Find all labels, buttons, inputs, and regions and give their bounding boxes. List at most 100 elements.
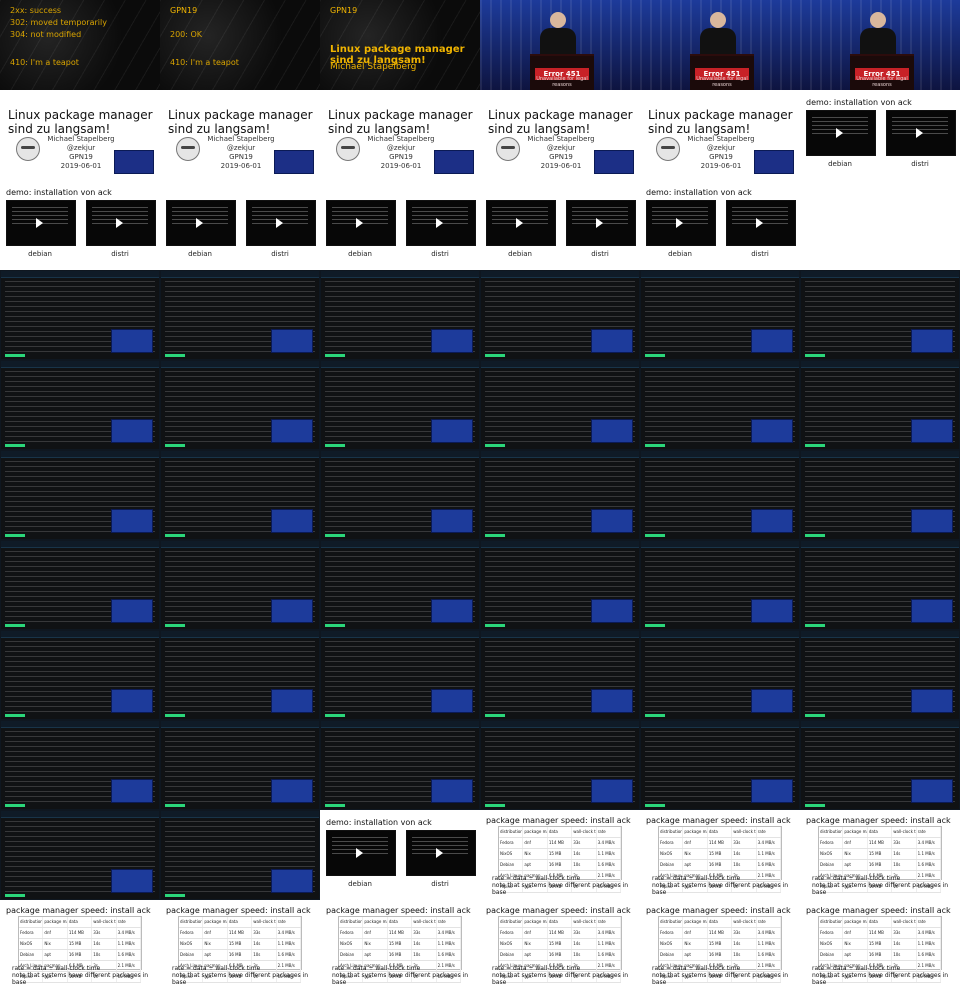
- demo-label-debian: debian: [508, 250, 532, 258]
- table-notes: rate = data ÷ wall-clock time note that …: [812, 965, 952, 986]
- terminal-frame: [0, 450, 160, 540]
- speaker-pip: [111, 779, 153, 803]
- table-cell: 10s: [892, 860, 917, 870]
- speaker-pip: [911, 329, 953, 353]
- table-note-rate: rate = data ÷ wall-clock time: [492, 875, 581, 882]
- table-cell: 114 MB: [708, 928, 733, 938]
- table-cell: NixOS: [499, 849, 524, 859]
- demo-terminal-debian[interactable]: [806, 110, 876, 156]
- table-cell: 114 MB: [868, 838, 893, 848]
- progress-bar: [645, 714, 665, 717]
- table-notes: rate = data ÷ wall-clock time note that …: [12, 965, 152, 986]
- terminal-frame: [320, 270, 480, 360]
- column-header: rate: [597, 827, 622, 837]
- table-cell: apt: [43, 950, 68, 960]
- intro-title-card: 2xx: success 302: moved temporarily 304:…: [0, 0, 160, 90]
- table-notes: rate = data ÷ wall-clock time note that …: [492, 875, 632, 896]
- event-name: GPN19: [330, 6, 358, 15]
- blank-frame: [800, 180, 960, 270]
- terminal-frame: [160, 810, 320, 900]
- progress-bar: [5, 624, 25, 627]
- demo-terminal-debian[interactable]: [486, 200, 556, 246]
- progress-bar: [165, 444, 185, 447]
- slide-author: Michael Stapelberg: [687, 135, 755, 143]
- table-notes: rate = data ÷ wall-clock time note that …: [332, 965, 472, 986]
- table-cell: dnf: [523, 928, 548, 938]
- demo-terminal-debian[interactable]: [6, 200, 76, 246]
- demo-slide: demo: installation von ack debian distri: [640, 180, 800, 270]
- table-notes: rate = data ÷ wall-clock time note that …: [812, 875, 952, 896]
- table-cell: 15 MB: [868, 939, 893, 949]
- terminal-titlebar: [801, 721, 959, 728]
- demo-label-debian: debian: [188, 250, 212, 258]
- table-cell: Debian: [659, 950, 684, 960]
- table-note-base: note that systems have different package…: [492, 882, 629, 896]
- demo-terminal-distri[interactable]: [886, 110, 956, 156]
- column-header: distribution: [179, 917, 204, 927]
- table-row: NixOS Nix 15 MB 14s 1.1 MB/s: [499, 939, 622, 950]
- stage-video-frame: Error 451 Unavailable for legal reasons: [480, 0, 640, 90]
- demo-terminal-distri[interactable]: [406, 200, 476, 246]
- table-row: Debian apt 16 MB 10s 1.6 MB/s: [659, 860, 782, 871]
- column-header: distribution: [19, 917, 44, 927]
- table-note-rate: rate = data ÷ wall-clock time: [812, 875, 901, 882]
- demo-label-distri: distri: [431, 250, 449, 258]
- demo-label-distri: distri: [911, 160, 929, 168]
- terminal-frame: [0, 270, 160, 360]
- terminal-titlebar: [161, 541, 319, 548]
- slide-handle: @zekjur: [226, 144, 256, 152]
- table-cell: 15 MB: [388, 939, 413, 949]
- table-cell: 16 MB: [708, 860, 733, 870]
- table-cell: 10s: [412, 950, 437, 960]
- table-cell: 1.1 MB/s: [277, 939, 302, 949]
- title-slide: Linux package manager sind zu langsam! M…: [0, 90, 160, 180]
- table-cell: dnf: [203, 928, 228, 938]
- demo-terminal-distri[interactable]: [406, 830, 476, 876]
- table-header: distribution package manager data wall-c…: [499, 827, 622, 838]
- demo-terminal-debian[interactable]: [646, 200, 716, 246]
- table-cell: 1.6 MB/s: [277, 950, 302, 960]
- demo-title: demo: installation von ack: [806, 98, 912, 107]
- table-cell: Debian: [819, 950, 844, 960]
- speed-table-slide: package manager speed: install ack distr…: [480, 810, 640, 900]
- table-cell: 114 MB: [388, 928, 413, 938]
- talk-author: Michael Stapelberg: [330, 62, 417, 72]
- speaker-pip: [111, 419, 153, 443]
- terminal-frame: [800, 450, 960, 540]
- table-note-rate: rate = data ÷ wall-clock time: [812, 965, 901, 972]
- table-cell: 33s: [732, 838, 757, 848]
- table-cell: NixOS: [819, 849, 844, 859]
- demo-terminal-distri[interactable]: [86, 200, 156, 246]
- table-header: distribution package manager data wall-c…: [659, 827, 782, 838]
- column-header: rate: [757, 827, 782, 837]
- demo-terminal-distri[interactable]: [246, 200, 316, 246]
- table-cell: Fedora: [19, 928, 44, 938]
- table-cell: dnf: [843, 838, 868, 848]
- demo-terminal-distri[interactable]: [566, 200, 636, 246]
- demo-terminal-debian[interactable]: [326, 830, 396, 876]
- terminal-titlebar: [161, 451, 319, 458]
- table-header: distribution package manager data wall-c…: [659, 917, 782, 928]
- slide-date: 2019-06-01: [700, 162, 742, 170]
- table-cell: 3.4 MB/s: [277, 928, 302, 938]
- speaker: [860, 12, 896, 58]
- table-cell: Debian: [179, 950, 204, 960]
- table-cell: 1.6 MB/s: [597, 950, 622, 960]
- demo-terminal-debian[interactable]: [326, 200, 396, 246]
- progress-bar: [645, 534, 665, 537]
- table-cell: 3.4 MB/s: [917, 928, 942, 938]
- column-header: data: [68, 917, 93, 927]
- speaker-pip: [751, 779, 793, 803]
- slide-meta: Michael Stapelberg @zekjur GPN19 2019-06…: [366, 135, 436, 171]
- speed-table: distribution package manager data wall-c…: [178, 916, 302, 983]
- speed-table: distribution package manager data wall-c…: [338, 916, 462, 983]
- slide-meta: Michael Stapelberg @zekjur GPN19 2019-06…: [206, 135, 276, 171]
- table-cell: 33s: [572, 928, 597, 938]
- demo-terminal-distri[interactable]: [726, 200, 796, 246]
- slide-date: 2019-06-01: [220, 162, 262, 170]
- demo-terminal-debian[interactable]: [166, 200, 236, 246]
- table-row: Fedora dnf 114 MB 33s 3.4 MB/s: [499, 928, 622, 939]
- speaker-pip: [591, 509, 633, 533]
- terminal-titlebar: [161, 271, 319, 278]
- table-note-base: note that systems have different package…: [172, 972, 309, 986]
